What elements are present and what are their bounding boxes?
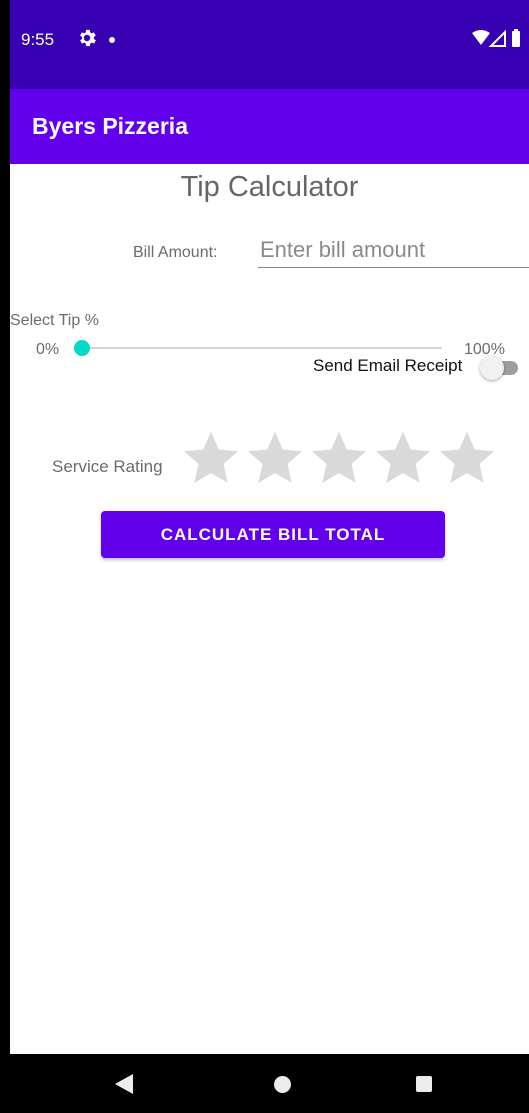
service-rating-bar[interactable]: [180, 428, 510, 488]
status-icons: [472, 29, 520, 47]
star-icon[interactable]: [244, 428, 306, 488]
status-bar: 9:55: [10, 0, 529, 89]
tip-min-label: 0%: [36, 341, 60, 358]
back-icon[interactable]: [115, 1074, 133, 1094]
device-frame: 9:55 Byers Pizzeria Tip Calculator Bill …: [0, 0, 529, 1113]
tip-slider-thumb[interactable]: [74, 340, 90, 356]
tip-slider[interactable]: [72, 338, 444, 358]
app-bar: Byers Pizzeria: [10, 89, 529, 164]
star-icon[interactable]: [436, 428, 498, 488]
screen: 9:55 Byers Pizzeria Tip Calculator Bill …: [10, 0, 529, 1113]
signal-icon: [488, 29, 506, 47]
switch-thumb: [480, 356, 504, 380]
send-email-receipt-label: Send Email Receipt: [313, 356, 463, 375]
wifi-icon: [472, 30, 490, 45]
send-email-receipt-switch[interactable]: [480, 356, 524, 380]
recents-icon[interactable]: [416, 1076, 432, 1092]
service-rating-label: Service Rating: [52, 457, 163, 476]
bill-amount-input[interactable]: [258, 234, 529, 268]
page-title: Tip Calculator: [180, 171, 359, 203]
gear-icon: [80, 29, 96, 47]
navigation-bar: [10, 1054, 529, 1113]
star-icon[interactable]: [308, 428, 370, 488]
home-icon[interactable]: [274, 1076, 291, 1093]
star-icon[interactable]: [372, 428, 434, 488]
bill-amount-label: Bill Amount:: [133, 244, 218, 261]
star-icon[interactable]: [180, 428, 242, 488]
notification-dot-icon: [109, 37, 115, 43]
battery-icon: [512, 29, 520, 47]
select-tip-label: Select Tip %: [10, 312, 99, 329]
tip-slider-track: [82, 347, 442, 349]
calculate-bill-total-button[interactable]: CALCULATE BILL TOTAL: [101, 511, 445, 558]
status-time: 9:55: [21, 30, 55, 49]
app-title: Byers Pizzeria: [32, 113, 188, 139]
